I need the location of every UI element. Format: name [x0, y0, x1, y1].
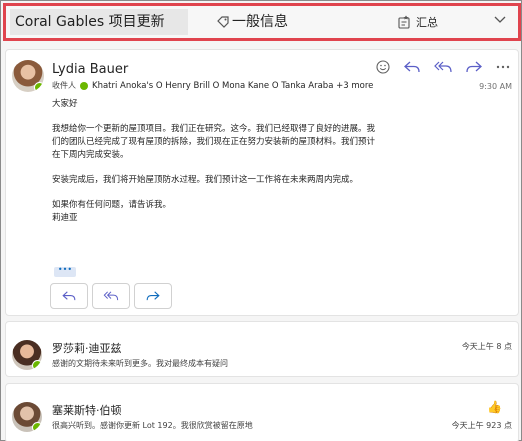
body-paragraph: 安装完成后，我们将开始屋顶防水过程。我们预计这一工作将在未来两周内完成。: [52, 175, 359, 185]
message-card: Lydia Bauer 收件人 Khatri Anoka's O Henry B…: [5, 49, 519, 316]
forward-icon[interactable]: [466, 61, 482, 73]
show-more-button[interactable]: •••: [54, 266, 76, 277]
thread-message[interactable]: 罗莎莉·迪亚兹 感谢的文期待未来听到更多。我对最终成本有疑问 今天上午 8 点: [5, 321, 519, 377]
message-actions: [376, 60, 510, 74]
recipients-row: 收件人 Khatri Anoka's O Henry Brill O Mona …: [52, 80, 373, 91]
emoji-icon[interactable]: [376, 60, 390, 74]
avatar[interactable]: [12, 340, 42, 370]
thumbs-up-icon: 👍: [487, 400, 502, 414]
reply-all-button[interactable]: [92, 283, 130, 309]
summary-icon: [398, 15, 410, 29]
to-label: 收件人: [52, 81, 76, 90]
body-paragraph: 如果你有任何问题，请告诉我。: [52, 200, 172, 210]
reply-button[interactable]: [50, 283, 88, 309]
greeting: 大家好: [52, 99, 78, 109]
conversation-header: Coral Gables 项目更新 一般信息 汇总: [3, 3, 521, 41]
reply-all-icon[interactable]: [434, 61, 452, 73]
tag-icon: [217, 16, 229, 28]
quick-reply-buttons: [50, 283, 172, 309]
recipient-list[interactable]: Khatri Anoka's O Henry Brill O Mona Kane…: [92, 81, 373, 91]
avatar[interactable]: [12, 402, 42, 432]
summary-button[interactable]: 汇总: [398, 9, 438, 35]
sender-name: 罗莎莉·迪亚兹: [52, 342, 122, 355]
avatar[interactable]: [12, 60, 44, 92]
reply-icon: [62, 291, 76, 301]
category-tag[interactable]: 一般信息: [216, 9, 288, 35]
chevron-down-icon[interactable]: [494, 16, 506, 24]
forward-icon: [146, 291, 160, 301]
subject-field[interactable]: Coral Gables 项目更新: [10, 9, 188, 35]
sender-name: 塞莱斯特·伯顿: [52, 404, 122, 417]
presence-badge: [32, 422, 42, 432]
message-time: 9:30 AM: [479, 82, 512, 91]
message-body: 大家好 我想给你一个更新的屋顶项目。我们正在研究。这今。我们已经取得了良好的进展…: [52, 98, 382, 225]
reading-pane: Coral Gables 项目更新 一般信息 汇总 Lydia Bauer 收件…: [0, 0, 522, 441]
signature: 莉迪亚: [52, 213, 78, 223]
message-preview: 感谢的文期待未来听到更多。我对最终成本有疑问: [52, 359, 228, 368]
reply-all-icon: [103, 291, 119, 301]
summary-label: 汇总: [416, 16, 438, 29]
presence-badge: [32, 360, 42, 370]
body-paragraph: 我想给你一个更新的屋顶项目。我们正在研究。这今。我们已经取得了良好的进展。我们的…: [52, 124, 376, 160]
category-label: 一般信息: [232, 14, 288, 30]
presence-badge: [34, 82, 44, 92]
thread-message[interactable]: 塞莱斯特·伯顿 很高兴听到。感谢你更新 Lot 192。我很欣赏被留在原地 👍 …: [5, 383, 519, 441]
presence-dot: [80, 81, 88, 90]
reply-icon[interactable]: [404, 61, 420, 73]
more-icon[interactable]: [496, 65, 510, 69]
message-time: 今天上午 923 点: [451, 421, 512, 430]
message-time: 今天上午 8 点: [461, 342, 512, 351]
forward-button[interactable]: [134, 283, 172, 309]
sender-name[interactable]: Lydia Bauer: [52, 62, 128, 77]
message-preview: 很高兴听到。感谢你更新 Lot 192。我很欣赏被留在原地: [52, 421, 253, 430]
